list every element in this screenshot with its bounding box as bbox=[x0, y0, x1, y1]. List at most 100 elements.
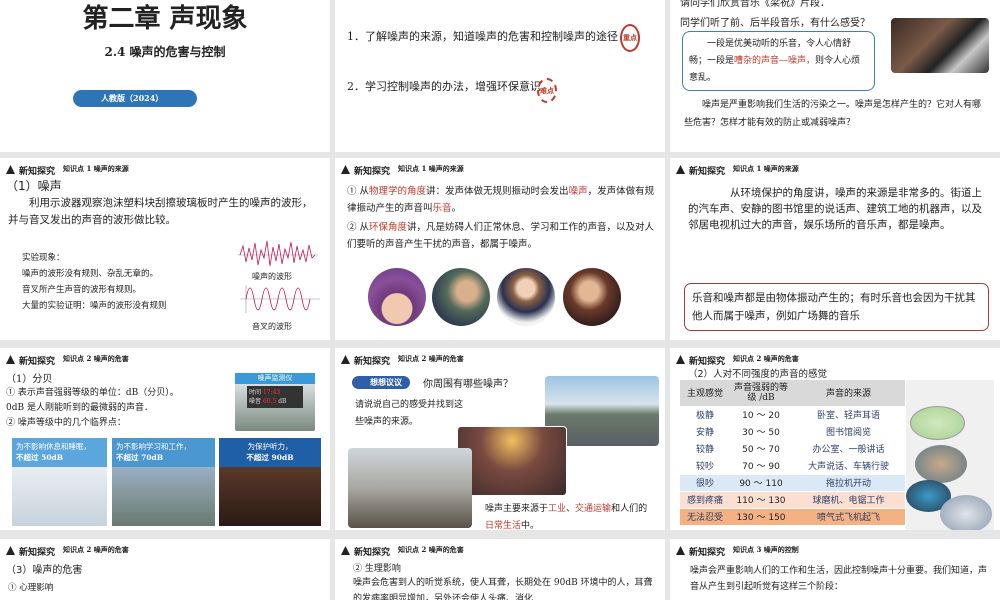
rocket-icon bbox=[676, 165, 685, 174]
noise-waveform bbox=[238, 240, 318, 267]
t: 为不影响休息和睡眠， bbox=[16, 442, 91, 451]
square-dance-photo bbox=[457, 426, 567, 496]
t: 讲：发声体做无规则振动时会发出 bbox=[426, 186, 569, 197]
slide-6-sources[interactable]: 新知探究 知识点 1 噪声的来源 从环境保护的角度讲，噪声的来源是非常多的。街道上… bbox=[670, 158, 1000, 340]
t: 不超过 70dB bbox=[116, 453, 164, 462]
slide-2-objectives[interactable]: 1．了解噪声的来源，知道噪声的危害和控制噪声的途径 重点 2．学习控制噪声的办法，… bbox=[335, 0, 665, 152]
slide-1-title[interactable]: 第二章 声现象 2.4 噪声的危害与控制 人教版（2024） bbox=[0, 0, 330, 152]
noise-wave-label: 噪声的波形 bbox=[252, 272, 292, 281]
slide-3-intro[interactable]: 请同学们欣赏音乐《梁祝》片段． 同学们听了前、后半段音乐，有什么感受？ 一段是优… bbox=[670, 0, 1000, 152]
table-cell: 很吵 bbox=[680, 474, 730, 492]
rocket-icon bbox=[6, 546, 15, 555]
key-point-stamp: 重点 bbox=[620, 24, 640, 52]
sleeping-baby-photo bbox=[368, 268, 426, 326]
table-header: 主观感觉 声音强弱的等级 /dB 声音的来源 bbox=[680, 380, 905, 407]
rocket-icon bbox=[341, 546, 350, 555]
experiment-paragraph: 利用示波器观察泡沫塑料块刮擦玻璃板时产生的噪声的波形，并与音叉发出的声音的波形做… bbox=[8, 197, 313, 226]
slide-11-physiological[interactable]: 新知探究 知识点 2 噪声的危害 ② 生理影响 噪声会危害到人的听觉系统，使人耳聋… bbox=[335, 539, 665, 600]
monitor-display: 时间 17:43 噪音 60.5 dB bbox=[247, 386, 303, 408]
table-row: 安静 30 ～ 50 图书馆阅览 bbox=[680, 423, 905, 441]
t: ① 从 bbox=[347, 186, 370, 197]
monitor-title: 噪声监测仪 bbox=[235, 373, 315, 384]
t: 时间 bbox=[249, 389, 262, 396]
slide-9-intensity-table[interactable]: 新知探究 知识点 2 噪声的危害 （2）人对不同强度的声音的感觉 主观感觉 声音强… bbox=[670, 348, 1000, 530]
section-heading: （2）人对不同强度的声音的感觉 bbox=[688, 369, 828, 380]
slide-5-definitions[interactable]: 新知探究 知识点 1 噪声的来源 ① 从物理学的角度讲：发声体做无规则振动时会发出… bbox=[335, 158, 665, 340]
girl-writing-photo bbox=[497, 268, 555, 326]
conclusion-text: 噪声主要来源于工业、交通运输和人们的日常生活中。 bbox=[485, 501, 655, 530]
answer-box: 一段是优美动听的乐音，令人心情舒畅；一段是嘈杂的声音—噪声，则令人心烦意乱。 bbox=[682, 31, 875, 91]
tuning-fork-wave-label: 音叉的波形 bbox=[252, 322, 292, 331]
slide-header: 新知探究 知识点 1 噪声的来源 bbox=[341, 164, 518, 177]
students-studying-photo bbox=[432, 268, 490, 326]
knowledge-point: 知识点 2 噪声的危害 bbox=[63, 354, 129, 363]
header-label: 新知探究 bbox=[689, 548, 726, 558]
t: 为保护听力， bbox=[247, 442, 293, 451]
jet-airplane-photo bbox=[940, 495, 992, 530]
rocket-icon bbox=[6, 355, 15, 364]
table-cell: 30 ～ 50 bbox=[730, 423, 792, 441]
slide-10-harm[interactable]: 新知探究 知识点 2 噪声的危害 （3）噪声的危害 ① 心理影响 bbox=[0, 539, 330, 600]
t: 、 bbox=[566, 504, 576, 514]
table-cell: 办公室、一般讲话 bbox=[792, 440, 905, 458]
noise-paragraph: 噪声是严重影响我们生活的污染之一。噪声是怎样产生的？它对人有哪些危害？怎样才能有… bbox=[684, 100, 982, 128]
table-cell: 70 ～ 90 bbox=[730, 457, 792, 475]
goal-2: 2．学习控制噪声的办法，增强环保意识难点 bbox=[347, 78, 657, 103]
slide-7-decibel[interactable]: 新知探究 知识点 2 噪声的危害 （1）分贝 ① 表示声音强弱等级的单位：dB（分… bbox=[0, 348, 330, 530]
t: 和人们的 bbox=[611, 504, 648, 514]
t: 噪音 bbox=[249, 398, 262, 405]
col-header: 主观感觉 bbox=[680, 380, 730, 407]
summary-box: 乐音和噪声都是由物体振动产生的；有时乐音也会因为干扰其他人而属于噪声，例如广场舞… bbox=[684, 283, 989, 331]
t: 乐音 bbox=[432, 203, 452, 214]
table-cell: 130 ～ 150 bbox=[730, 508, 792, 526]
t: 环保角度 bbox=[369, 222, 408, 233]
table-cell: 较静 bbox=[680, 440, 730, 458]
zero-db-line: 0dB 是人刚能听到的最微弱的声音． bbox=[6, 403, 153, 413]
header-label: 新知探究 bbox=[19, 357, 56, 367]
observation-line: 噪声的波形没有规则、杂乱无章的。 bbox=[22, 269, 159, 279]
goal-1-text: 1．了解噪声的来源，知道噪声的危害和控制噪声的途径 bbox=[347, 30, 618, 43]
rocket-icon bbox=[676, 355, 685, 364]
table-row: 很吵 90 ～ 110 拖拉机开动 bbox=[680, 474, 905, 492]
table-cell: 50 ～ 70 bbox=[730, 440, 792, 458]
table-cell: 较吵 bbox=[680, 457, 730, 475]
t: 不超过 90dB bbox=[246, 453, 294, 462]
whispering-girls-illustration bbox=[910, 406, 965, 440]
knowledge-point: 知识点 2 噪声的危害 bbox=[733, 354, 799, 363]
table-cell: 10 ～ 20 bbox=[730, 406, 792, 424]
intensity-table: 主观感觉 声音强弱的等级 /dB 声音的来源 极静 10 ～ 20 卧室、轻声耳语安… bbox=[680, 380, 905, 526]
table-row: 较静 50 ～ 70 办公室、一般讲话 bbox=[680, 440, 905, 458]
threshold-panel-90: 为保护听力， 不超过 90dB bbox=[219, 438, 321, 526]
slide-12-control[interactable]: 新知探究 知识点 3 噪声的控制 噪声会严重影响人们的工作和生活，因此控制噪声十分… bbox=[670, 539, 1000, 600]
slide-4-noise[interactable]: 新知探究 知识点 1 噪声的来源 （1）噪声 利用示波器观察泡沫塑料块刮擦玻璃板时… bbox=[0, 158, 330, 340]
discuss-question: 你周围有哪些噪声？ bbox=[423, 379, 513, 390]
psychological-effect: ① 心理影响 bbox=[8, 583, 54, 593]
slide-8-discussion[interactable]: 新知探究 知识点 2 噪声的危害 想想议议 你周围有哪些噪声？ 请说说自己的感受并… bbox=[335, 348, 665, 530]
question-text: 同学们听了前、后半段音乐，有什么感受？ bbox=[680, 18, 870, 29]
col-header: 声音的来源 bbox=[792, 380, 905, 407]
knowledge-point: 知识点 1 噪声的来源 bbox=[398, 164, 464, 173]
physics-definition: ① 从物理学的角度讲：发声体做无规则振动时会发出噪声，发声体做有规律振动产生的声… bbox=[347, 183, 657, 217]
table-row: 无法忍受 130 ～ 150 喷气式飞机起飞 bbox=[680, 508, 905, 526]
header-label: 新知探究 bbox=[354, 357, 391, 367]
knowledge-point: 知识点 1 噪声的来源 bbox=[733, 164, 799, 173]
environment-definition: ② 从环保角度讲，凡是妨碍人们正常休息、学习和工作的声音，以及对人们要听的声音产… bbox=[347, 219, 661, 253]
monitor-time-row: 时间 17:43 bbox=[249, 388, 301, 397]
knowledge-point: 知识点 3 噪声的控制 bbox=[733, 545, 799, 554]
t: dB bbox=[278, 398, 287, 405]
header-label: 新知探究 bbox=[19, 167, 56, 177]
t: 噪声 bbox=[568, 186, 588, 197]
table-cell: 卧室、轻声耳语 bbox=[792, 406, 905, 424]
table-cell: 90 ～ 110 bbox=[730, 474, 792, 492]
table-cell: 球磨机、电锯工作 bbox=[792, 491, 905, 509]
slide-header: 新知探究 知识点 2 噪声的危害 bbox=[341, 545, 478, 558]
t: 工业 bbox=[548, 504, 567, 514]
table-cell: 拖拉机开动 bbox=[792, 474, 905, 492]
threshold-panel-50: 为不影响休息和睡眠， 不超过 50dB bbox=[12, 438, 107, 526]
piano-photo bbox=[891, 18, 989, 73]
goal-2-text: 2．学习控制噪声的办法，增强环保意识 bbox=[347, 80, 541, 93]
knowledge-point: 知识点 2 噪声的危害 bbox=[63, 545, 129, 554]
header-label: 新知探究 bbox=[354, 548, 391, 558]
table-cell: 大声说话、车辆行驶 bbox=[792, 457, 905, 475]
rocket-icon bbox=[341, 165, 350, 174]
